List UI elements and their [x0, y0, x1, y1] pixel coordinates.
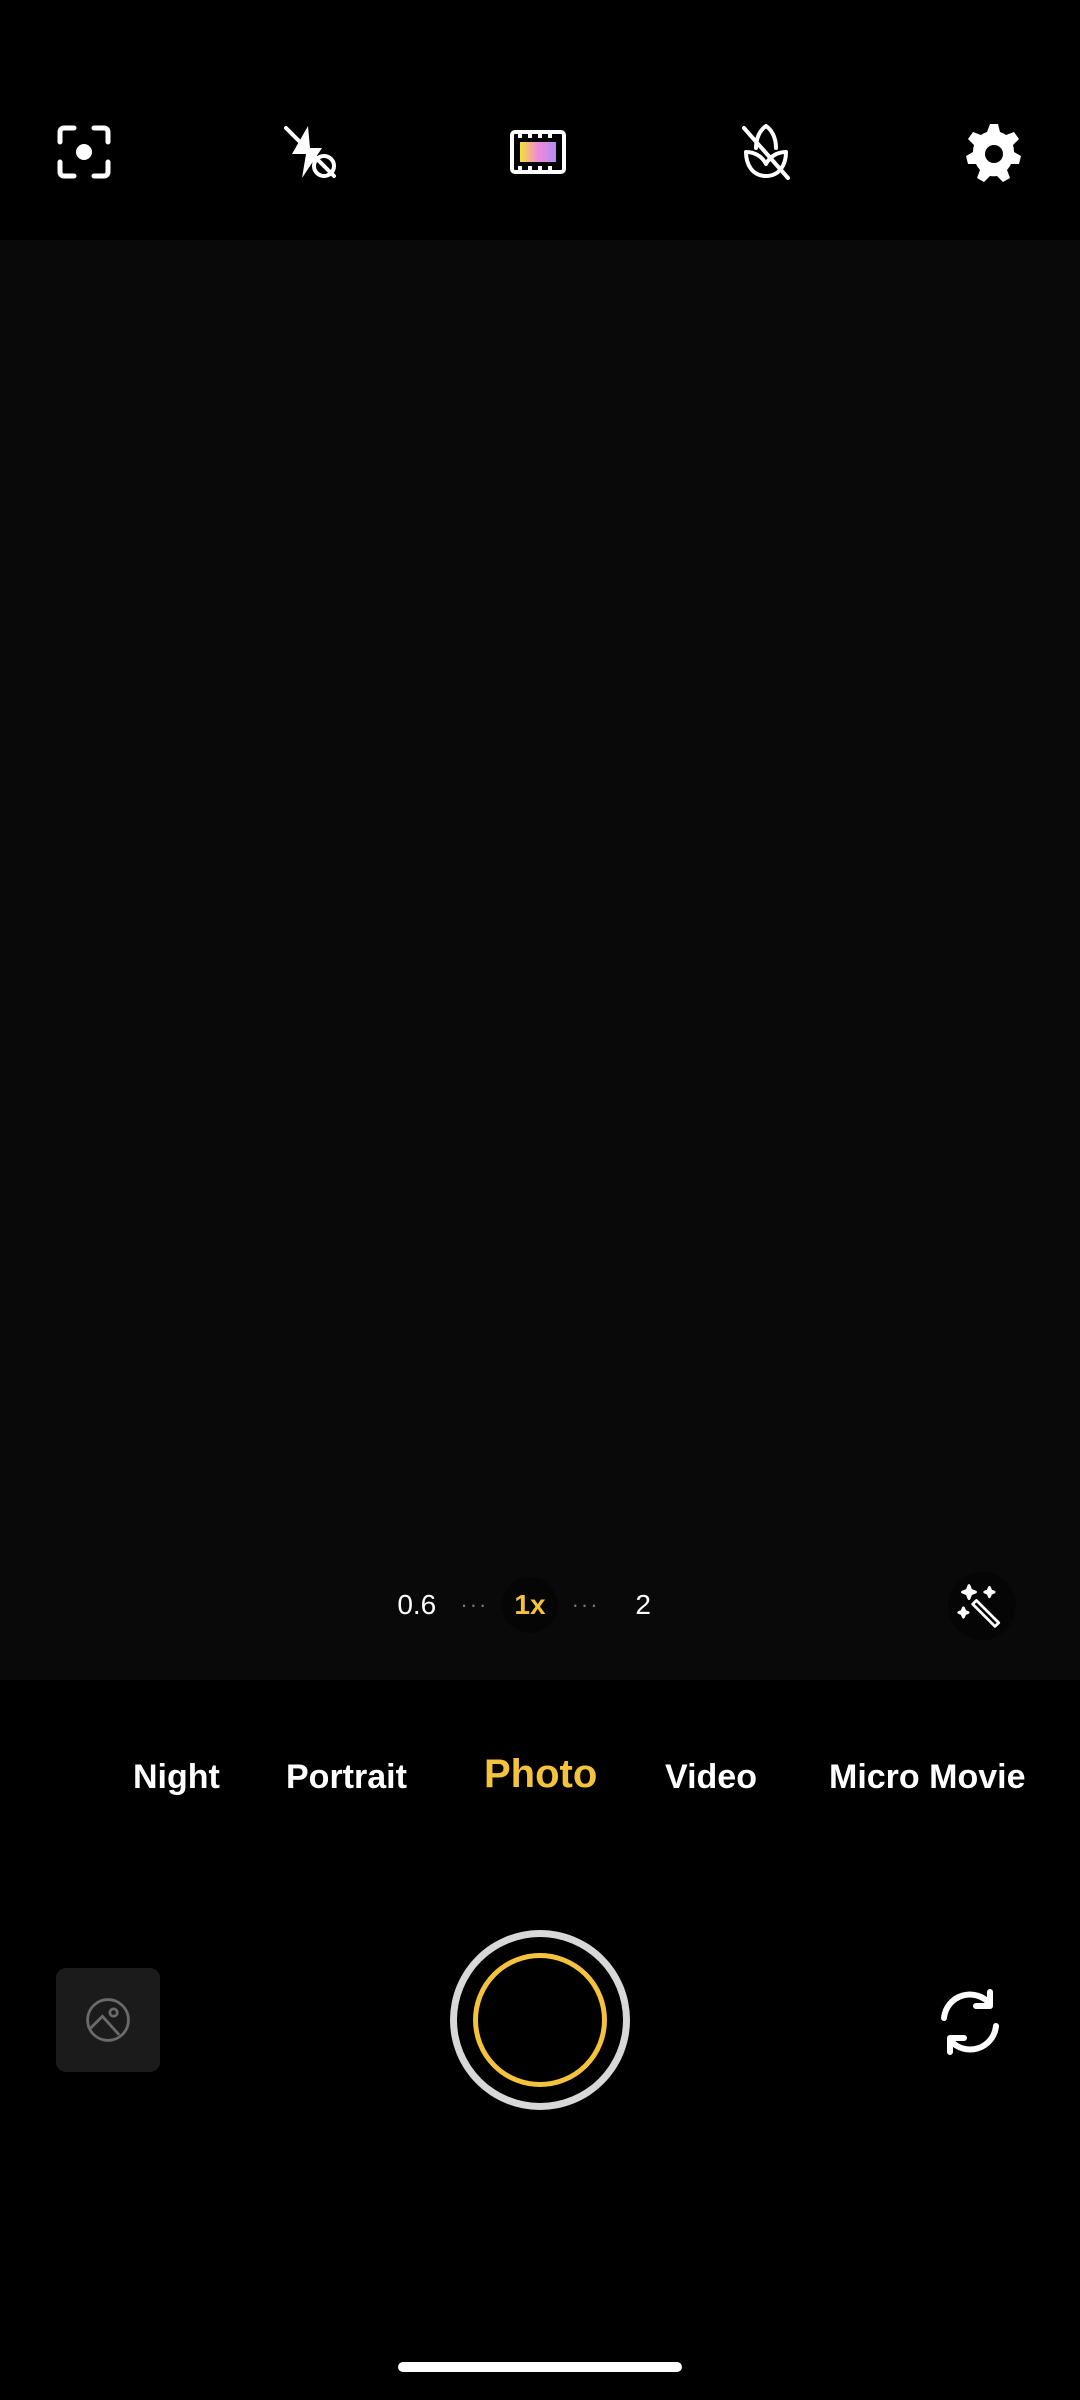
- top-toolbar: [0, 0, 1080, 240]
- mode-photo[interactable]: Photo: [484, 1752, 597, 1797]
- zoom-option-2[interactable]: 2: [613, 1589, 673, 1621]
- ai-enhance-button[interactable]: [948, 1572, 1016, 1640]
- magic-wand-icon: [957, 1584, 1001, 1628]
- home-indicator[interactable]: [398, 2362, 682, 2372]
- mode-portrait[interactable]: Portrait: [286, 1758, 407, 1797]
- shutter-inner: [457, 1937, 623, 2103]
- filter-film-icon[interactable]: [506, 120, 570, 184]
- flash-off-icon[interactable]: [278, 120, 342, 184]
- mode-selector: Night Portrait Photo Video Micro Movie: [0, 1740, 1080, 1820]
- camera-flip-icon: [941, 1989, 999, 2055]
- zoom-separator: ···: [460, 1592, 489, 1617]
- gallery-thumbnail-button[interactable]: [56, 1968, 160, 2072]
- zoom-option-1x[interactable]: 1x: [501, 1577, 558, 1633]
- mode-night[interactable]: Night: [133, 1758, 220, 1797]
- zoom-separator: ···: [571, 1592, 600, 1617]
- zoom-selector: 0.6 ··· 1x ··· 2: [380, 1570, 680, 1640]
- macro-off-icon[interactable]: [734, 120, 798, 184]
- gallery-icon: [86, 1998, 130, 2042]
- mode-micro-movie[interactable]: Micro Movie: [829, 1758, 1025, 1797]
- gear-icon[interactable]: [962, 120, 1026, 184]
- focus-scan-icon[interactable]: [52, 120, 116, 184]
- shutter-ring: [473, 1953, 607, 2087]
- mode-video[interactable]: Video: [665, 1758, 757, 1797]
- camera-viewfinder[interactable]: [0, 240, 1080, 1680]
- shutter-button[interactable]: [450, 1930, 630, 2110]
- zoom-option-0-6[interactable]: 0.6: [387, 1589, 447, 1621]
- switch-camera-button[interactable]: [932, 1984, 1008, 2060]
